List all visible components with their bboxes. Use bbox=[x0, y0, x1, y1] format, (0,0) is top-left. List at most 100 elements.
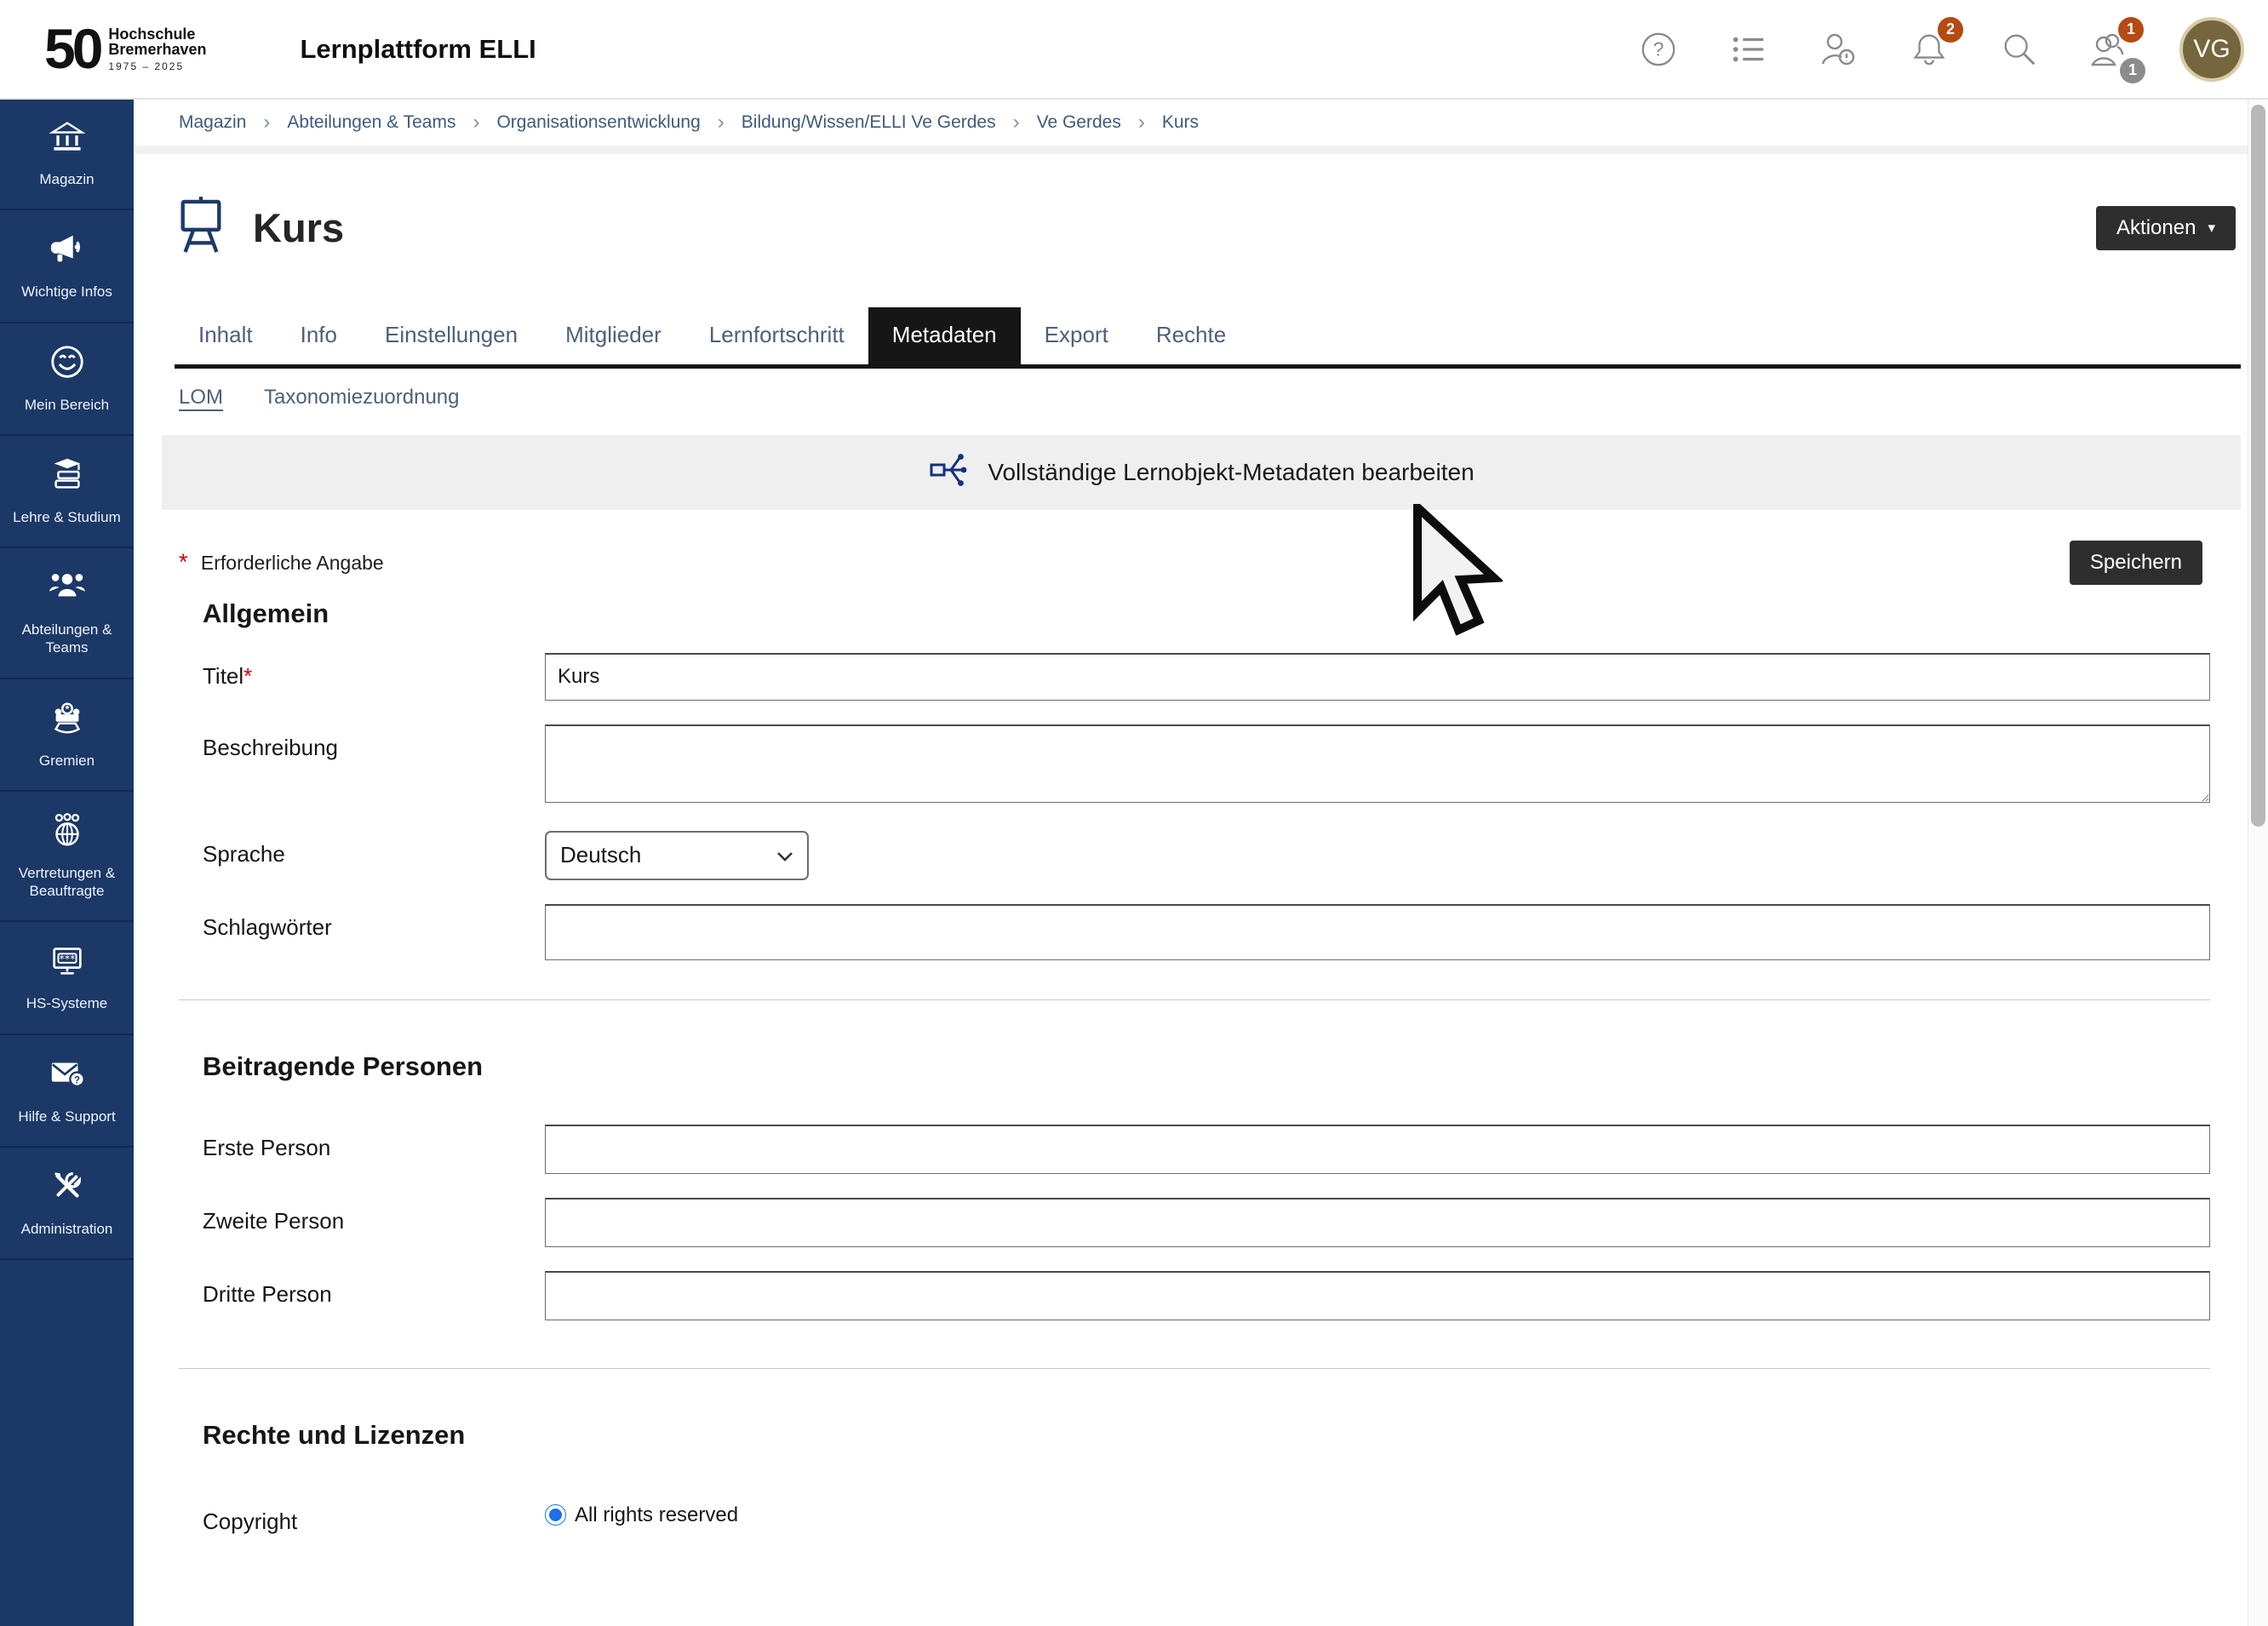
titel-input[interactable] bbox=[545, 653, 2210, 701]
field-row-titel: Titel* bbox=[179, 653, 2210, 701]
sidebar-item-label: Mein Bereich bbox=[25, 396, 109, 414]
contacts-badge-total: 1 bbox=[2120, 58, 2145, 83]
sprache-selected-value: Deutsch bbox=[560, 842, 641, 868]
actions-button[interactable]: Aktionen ▾ bbox=[2096, 206, 2236, 250]
section-allgemein: Allgemein Titel* Beschreibung Sprache bbox=[134, 598, 2248, 960]
svg-text:?: ? bbox=[73, 1075, 79, 1085]
tab-inhalt[interactable]: Inhalt bbox=[175, 307, 277, 364]
tab-bar: Inhalt Info Einstellungen Mitglieder Ler… bbox=[175, 307, 2241, 369]
copyright-radio-all-rights[interactable] bbox=[545, 1504, 566, 1526]
vertical-scrollbar[interactable] bbox=[2248, 100, 2268, 1626]
bank-icon bbox=[49, 118, 86, 160]
share-node-icon bbox=[928, 449, 969, 495]
chevron-right-icon: › bbox=[1013, 111, 1020, 135]
sprache-select[interactable]: Deutsch bbox=[545, 831, 809, 880]
notifications-bell-icon[interactable]: 2 bbox=[1909, 29, 1950, 70]
sidebar-item-hilfe-support[interactable]: ? Hilfe & Support bbox=[0, 1035, 134, 1148]
tab-rechte[interactable]: Rechte bbox=[1132, 307, 1250, 364]
chevron-right-icon: › bbox=[718, 111, 724, 135]
app-window: 50 Hochschule Bremerhaven 1975 – 2025 Le… bbox=[0, 0, 2268, 1626]
subtab-bar: LOM Taxonomiezuordnung bbox=[179, 369, 2248, 425]
sidebar-item-label: Administration bbox=[21, 1220, 113, 1238]
erste-person-label: Erste Person bbox=[179, 1125, 545, 1174]
field-row-zweite-person: Zweite Person bbox=[179, 1198, 2210, 1247]
save-button[interactable]: Speichern bbox=[2070, 541, 2202, 585]
titel-label: Titel* bbox=[179, 653, 545, 701]
sidebar-filler bbox=[0, 1260, 134, 1626]
scrollbar-thumb[interactable] bbox=[2251, 105, 2265, 827]
tab-metadaten[interactable]: Metadaten bbox=[868, 307, 1021, 364]
sidebar-item-administration[interactable]: Administration bbox=[0, 1148, 134, 1260]
sidebar-item-label: Gremien bbox=[39, 752, 94, 770]
sidebar-item-abteilungen-teams[interactable]: Abteilungen & Teams bbox=[0, 548, 134, 679]
avatar[interactable]: VG bbox=[2179, 17, 2244, 82]
contacts-icon[interactable]: 1 1 bbox=[2089, 29, 2130, 70]
breadcrumb: Magazin › Abteilungen & Teams › Organisa… bbox=[134, 100, 2248, 154]
sidebar-item-lehre-studium[interactable]: Lehre & Studium bbox=[0, 436, 134, 548]
sidebar-item-label: Magazin bbox=[39, 170, 94, 188]
chevron-right-icon: › bbox=[263, 111, 270, 135]
university-logo: 50 Hochschule Bremerhaven 1975 – 2025 bbox=[44, 24, 206, 74]
breadcrumb-link[interactable]: Organisationsentwicklung bbox=[496, 112, 700, 133]
subtab-taxonomiezuordnung[interactable]: Taxonomiezuordnung bbox=[264, 386, 460, 409]
sidebar-item-vertretungen[interactable]: Vertretungen & Beauftragte bbox=[0, 792, 134, 923]
section-heading-rechte: Rechte und Lizenzen bbox=[203, 1420, 2210, 1451]
sidebar-item-wichtige-infos[interactable]: Wichtige Infos bbox=[0, 210, 134, 323]
actions-button-label: Aktionen bbox=[2116, 216, 2196, 240]
todo-list-icon[interactable] bbox=[1728, 29, 1769, 70]
edit-full-metadata-banner[interactable]: Vollständige Lernobjekt-Metadaten bearbe… bbox=[162, 435, 2241, 510]
section-divider bbox=[179, 1368, 2210, 1369]
smiley-icon bbox=[48, 342, 87, 386]
logo-text: Hochschule Bremerhaven 1975 – 2025 bbox=[108, 26, 206, 72]
copyright-label: Copyright bbox=[179, 1498, 545, 1535]
top-header: 50 Hochschule Bremerhaven 1975 – 2025 Le… bbox=[0, 0, 2268, 100]
caret-down-icon: ▾ bbox=[2208, 220, 2215, 235]
field-row-erste-person: Erste Person bbox=[179, 1125, 2210, 1174]
section-heading-allgemein: Allgemein bbox=[203, 598, 2210, 629]
dritte-person-input[interactable] bbox=[545, 1271, 2210, 1320]
header-toolbar: ? 2 2 1 1 VG bbox=[1638, 17, 2268, 82]
breadcrumb-link[interactable]: Bildung/Wissen/ELLI Ve Gerdes bbox=[742, 112, 996, 133]
page-title: Kurs bbox=[253, 204, 344, 251]
search-icon[interactable] bbox=[1999, 29, 2040, 70]
required-hint-text: Erforderliche Angabe bbox=[201, 552, 384, 574]
sidebar-item-gremien[interactable]: Gremien bbox=[0, 679, 134, 792]
breadcrumb-link[interactable]: Abteilungen & Teams bbox=[287, 112, 455, 133]
tab-einstellungen[interactable]: Einstellungen bbox=[361, 307, 541, 364]
edit-full-metadata-label: Vollständige Lernobjekt-Metadaten bearbe… bbox=[988, 459, 1474, 486]
sidebar-item-label: Vertretungen & Beauftragte bbox=[5, 864, 129, 901]
sidebar-item-hs-systeme[interactable]: *** HS-Systeme bbox=[0, 922, 134, 1034]
sidebar-item-label: Wichtige Infos bbox=[21, 283, 112, 301]
logo-name-line1: Hochschule bbox=[108, 26, 206, 43]
sidebar-item-magazin[interactable]: Magazin bbox=[0, 100, 134, 210]
user-status-icon[interactable]: 2 bbox=[1818, 29, 1859, 70]
beschreibung-textarea[interactable] bbox=[545, 724, 2210, 803]
erste-person-input[interactable] bbox=[545, 1125, 2210, 1174]
zweite-person-input[interactable] bbox=[545, 1198, 2210, 1247]
sidebar-item-label: Abteilungen & Teams bbox=[5, 621, 129, 657]
help-icon[interactable]: ? bbox=[1638, 29, 1679, 70]
breadcrumb-link[interactable]: Ve Gerdes bbox=[1037, 112, 1121, 133]
bell-badge: 2 bbox=[1938, 17, 1963, 43]
tools-icon bbox=[48, 1166, 87, 1210]
svg-text:***: *** bbox=[59, 953, 75, 965]
breadcrumb-link-current[interactable]: Kurs bbox=[1162, 112, 1199, 133]
breadcrumb-link[interactable]: Magazin bbox=[179, 112, 246, 133]
committee-icon bbox=[48, 698, 87, 741]
form-header: * Erforderliche Angabe Speichern bbox=[179, 541, 2208, 585]
schlagwoerter-input[interactable] bbox=[545, 904, 2210, 960]
globe-people-icon bbox=[48, 810, 87, 854]
tab-mitglieder[interactable]: Mitglieder bbox=[541, 307, 685, 364]
main-sidebar: Magazin Wichtige Infos Mein Bereich Lehr… bbox=[0, 100, 134, 1626]
sidebar-item-label: HS-Systeme bbox=[26, 994, 107, 1012]
chevron-right-icon: › bbox=[1138, 111, 1145, 135]
tab-info[interactable]: Info bbox=[277, 307, 361, 364]
schlagwoerter-label: Schlagwörter bbox=[179, 904, 545, 960]
required-hint: * Erforderliche Angabe bbox=[179, 549, 384, 575]
sidebar-item-label: Hilfe & Support bbox=[18, 1108, 115, 1125]
sidebar-item-label: Lehre & Studium bbox=[13, 508, 121, 526]
tab-lernfortschritt[interactable]: Lernfortschritt bbox=[685, 307, 868, 364]
subtab-lom[interactable]: LOM bbox=[179, 386, 223, 409]
sidebar-item-mein-bereich[interactable]: Mein Bereich bbox=[0, 323, 134, 436]
tab-export[interactable]: Export bbox=[1021, 307, 1132, 364]
